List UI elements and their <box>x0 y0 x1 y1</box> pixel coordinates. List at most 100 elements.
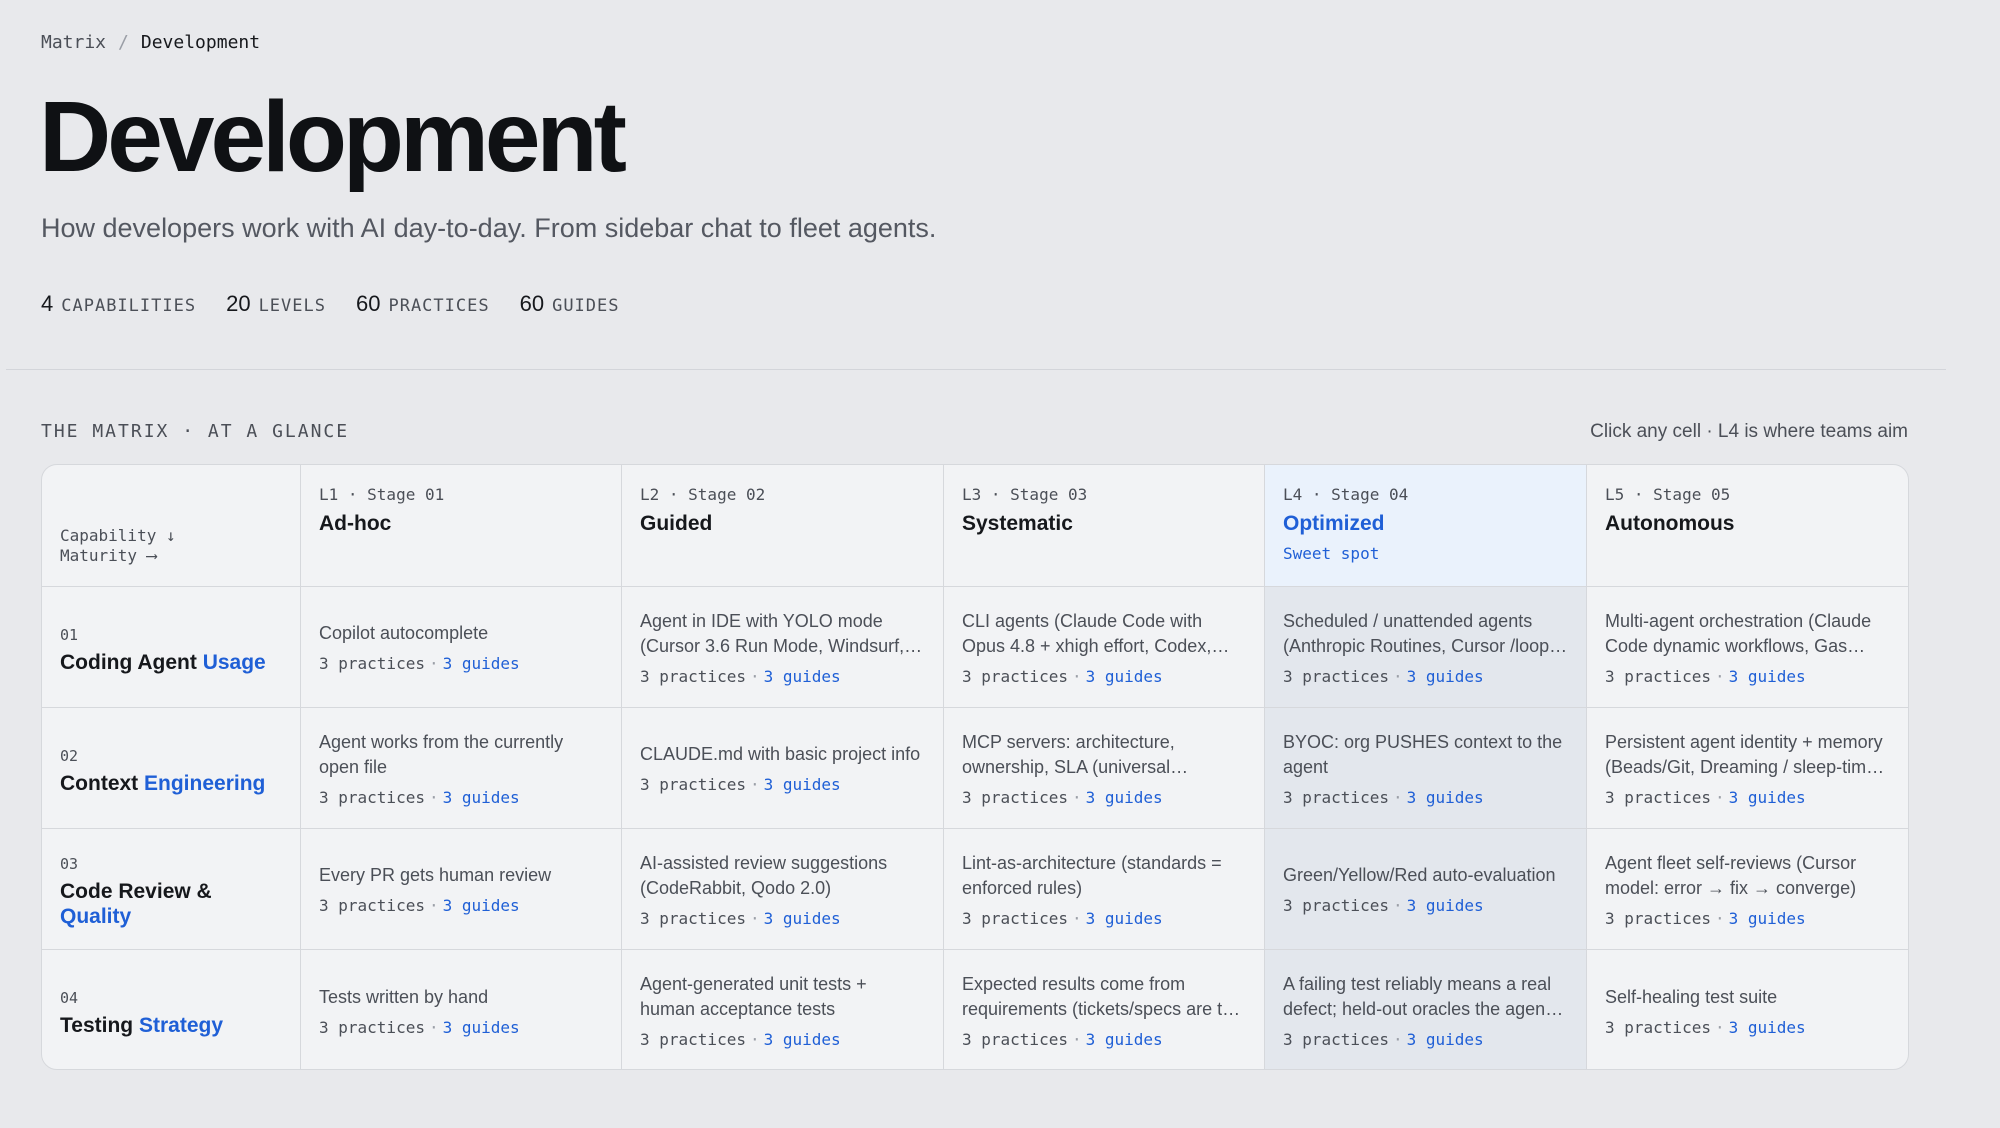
cell-description: MCP servers: architecture, ownership, SL… <box>962 731 1175 777</box>
cell-meta: 3 practices · 3 guides <box>1605 1018 1890 1037</box>
stat-value: 20 <box>226 291 251 316</box>
level-stage: L1 · Stage 01 <box>319 485 445 504</box>
cell-description: Agent-generated unit tests + human accep… <box>640 974 867 1019</box>
meta-separator: · <box>1392 1030 1403 1049</box>
guides-link[interactable]: 3 guides <box>1729 909 1806 928</box>
meta-separator: · <box>1392 666 1403 686</box>
capability-title-accent: Strategy <box>138 1014 223 1037</box>
guides-link[interactable]: 3 guides <box>1086 909 1163 928</box>
cell-meta: 3 practices · 3 guides <box>1283 1030 1568 1049</box>
matrix-cell-code-review-quality-l5[interactable]: Agent fleet self-reviews (Cursor model: … <box>1587 829 1908 950</box>
capability-title: Coding Agent Usage <box>60 650 282 675</box>
level-name: Systematic <box>962 512 1073 535</box>
stat-levels: 20 LEVELS <box>226 291 326 317</box>
matrix-cell-coding-agent-usage-l3[interactable]: CLI agents (Claude Code with Opus 4.8 + … <box>944 587 1265 708</box>
matrix-cell-coding-agent-usage-l1[interactable]: Copilot autocomplete 3 practices · 3 guides <box>301 587 622 708</box>
meta-separator: · <box>1392 896 1403 915</box>
matrix-cell-coding-agent-usage-l2[interactable]: Agent in IDE with YOLO mode (Cursor 3.6 … <box>622 587 944 708</box>
practices-count: 3 practices <box>319 787 425 807</box>
practices-count: 3 practices <box>1283 896 1389 915</box>
guides-link[interactable]: 3 guides <box>1407 788 1484 807</box>
breadcrumb-separator: / <box>118 32 129 53</box>
capability-row-header-coding-agent-usage: 01 Coding Agent Usage <box>42 587 301 708</box>
capability-title: Testing Strategy <box>60 1013 282 1038</box>
practices-count: 3 practices <box>962 666 1068 686</box>
practices-count: 3 practices <box>962 908 1068 928</box>
matrix-cell-testing-strategy-l1[interactable]: Tests written by hand 3 practices · 3 guide… <box>301 950 622 1069</box>
matrix-cell-coding-agent-usage-l4[interactable]: Scheduled / unattended agents (Anthropic… <box>1265 587 1587 708</box>
matrix-cell-testing-strategy-l5[interactable]: Self-healing test suite 3 practices · 3 gui… <box>1587 950 1908 1069</box>
guides-link[interactable]: 3 guides <box>764 909 841 928</box>
matrix-cell-context-engineering-l2[interactable]: CLAUDE.md with basic project info 3 pract… <box>622 708 944 829</box>
capability-index: 03 <box>60 855 79 873</box>
matrix-cell-code-review-quality-l4[interactable]: Green/Yellow/Red auto-evaluation 3 practi… <box>1265 829 1587 950</box>
section-divider <box>6 369 1946 370</box>
maturity-matrix: Capability ↓ Maturity ⟶ L1 · Stage 01 Ad… <box>41 464 1909 1070</box>
guides-link[interactable]: 3 guides <box>1086 1030 1163 1049</box>
matrix-cell-context-engineering-l5[interactable]: Persistent agent identity + memory (Bead… <box>1587 708 1908 829</box>
breadcrumb-root-link[interactable]: Matrix <box>41 32 106 53</box>
matrix-cell-code-review-quality-l1[interactable]: Every PR gets human review 3 practices · 3 … <box>301 829 622 950</box>
guides-link[interactable]: 3 guides <box>1407 896 1484 915</box>
guides-link[interactable]: 3 guides <box>1729 788 1806 807</box>
level-name: Autonomous <box>1605 512 1735 535</box>
matrix-cell-testing-strategy-l4[interactable]: A failing test reliably means a real def… <box>1265 950 1587 1069</box>
cell-meta: 3 practices · 3 guides <box>319 1018 603 1037</box>
matrix-cell-context-engineering-l3[interactable]: MCP servers: architecture, ownership, SL… <box>944 708 1265 829</box>
guides-link[interactable]: 3 guides <box>443 1018 520 1037</box>
matrix-hint: Click any cell · L4 is where teams aim <box>1590 421 1908 442</box>
guides-link[interactable]: 3 guides <box>764 775 841 794</box>
meta-separator: · <box>749 908 760 928</box>
practices-count: 3 practices <box>319 896 425 915</box>
capability-title: Context Engineering <box>60 771 282 796</box>
guides-link[interactable]: 3 guides <box>1407 667 1484 686</box>
stat-value: 4 <box>41 291 54 316</box>
guides-link[interactable]: 3 guides <box>443 654 520 673</box>
cell-meta: 3 practices · 3 guides <box>319 788 603 807</box>
practices-count: 3 practices <box>319 654 425 673</box>
matrix-cell-code-review-quality-l3[interactable]: Lint-as-architecture (standards = enforc… <box>944 829 1265 950</box>
matrix-cell-coding-agent-usage-l5[interactable]: Multi-agent orchestration (Claude Code d… <box>1587 587 1908 708</box>
guides-link[interactable]: 3 guides <box>764 667 841 686</box>
maturity-axis-label: Maturity ⟶ <box>60 546 157 565</box>
cell-description: Scheduled / unattended agents (Anthropic… <box>1283 610 1555 656</box>
stat-capabilities: 4 CAPABILITIES <box>41 291 196 317</box>
practices-count: 3 practices <box>1605 1017 1711 1037</box>
guides-link[interactable]: 3 guides <box>443 788 520 807</box>
meta-separator: · <box>1071 908 1082 928</box>
cell-description: AI-assisted review suggestions (CodeRabb… <box>640 852 888 898</box>
stat-label: GUIDES <box>552 296 620 316</box>
level-stage: L4 · Stage 04 <box>1283 485 1409 504</box>
guides-link[interactable]: 3 guides <box>1407 1030 1484 1049</box>
cell-description: Self-healing test suite <box>1605 986 1778 1007</box>
matrix-cell-context-engineering-l4[interactable]: BYOC: org PUSHES context to the agent 3 p… <box>1265 708 1587 829</box>
guides-link[interactable]: 3 guides <box>1729 667 1806 686</box>
matrix-cell-testing-strategy-l3[interactable]: Expected results come from requirements … <box>944 950 1265 1069</box>
matrix-cell-testing-strategy-l2[interactable]: Agent-generated unit tests + human accep… <box>622 950 944 1069</box>
guides-link[interactable]: 3 guides <box>1086 788 1163 807</box>
guides-link[interactable]: 3 guides <box>443 896 520 915</box>
capability-title-accent: Quality <box>60 905 132 928</box>
cell-meta: 3 practices · 3 guides <box>640 667 925 686</box>
stat-label: LEVELS <box>258 296 326 316</box>
cell-description: BYOC: org PUSHES context to the agent <box>1283 731 1563 777</box>
capability-index: 01 <box>60 625 79 644</box>
cell-description: Agent in IDE with YOLO mode (Cursor 3.6 … <box>640 610 905 656</box>
level-stage: L2 · Stage 02 <box>640 485 766 504</box>
meta-separator: · <box>749 1030 760 1049</box>
matrix-cell-code-review-quality-l2[interactable]: AI-assisted review suggestions (CodeRabb… <box>622 829 944 950</box>
meta-separator: · <box>1071 666 1082 686</box>
practices-count: 3 practices <box>1283 787 1389 807</box>
guides-link[interactable]: 3 guides <box>1729 1018 1806 1037</box>
matrix-cell-context-engineering-l1[interactable]: Agent works from the currently open file… <box>301 708 622 829</box>
guides-link[interactable]: 3 guides <box>764 1030 841 1049</box>
breadcrumb-current: Development <box>140 32 261 53</box>
level-header-l1: L1 · Stage 01 Ad-hoc <box>301 465 622 587</box>
matrix-section-label: THE MATRIX · AT A GLANCE <box>41 421 350 442</box>
meta-separator: · <box>1071 1030 1082 1049</box>
capability-index: 04 <box>60 989 79 1007</box>
guides-link[interactable]: 3 guides <box>1086 667 1163 686</box>
page-title: Development <box>39 81 627 193</box>
stat-practices: 60 PRACTICES <box>356 291 490 317</box>
practices-count: 3 practices <box>640 1030 746 1049</box>
